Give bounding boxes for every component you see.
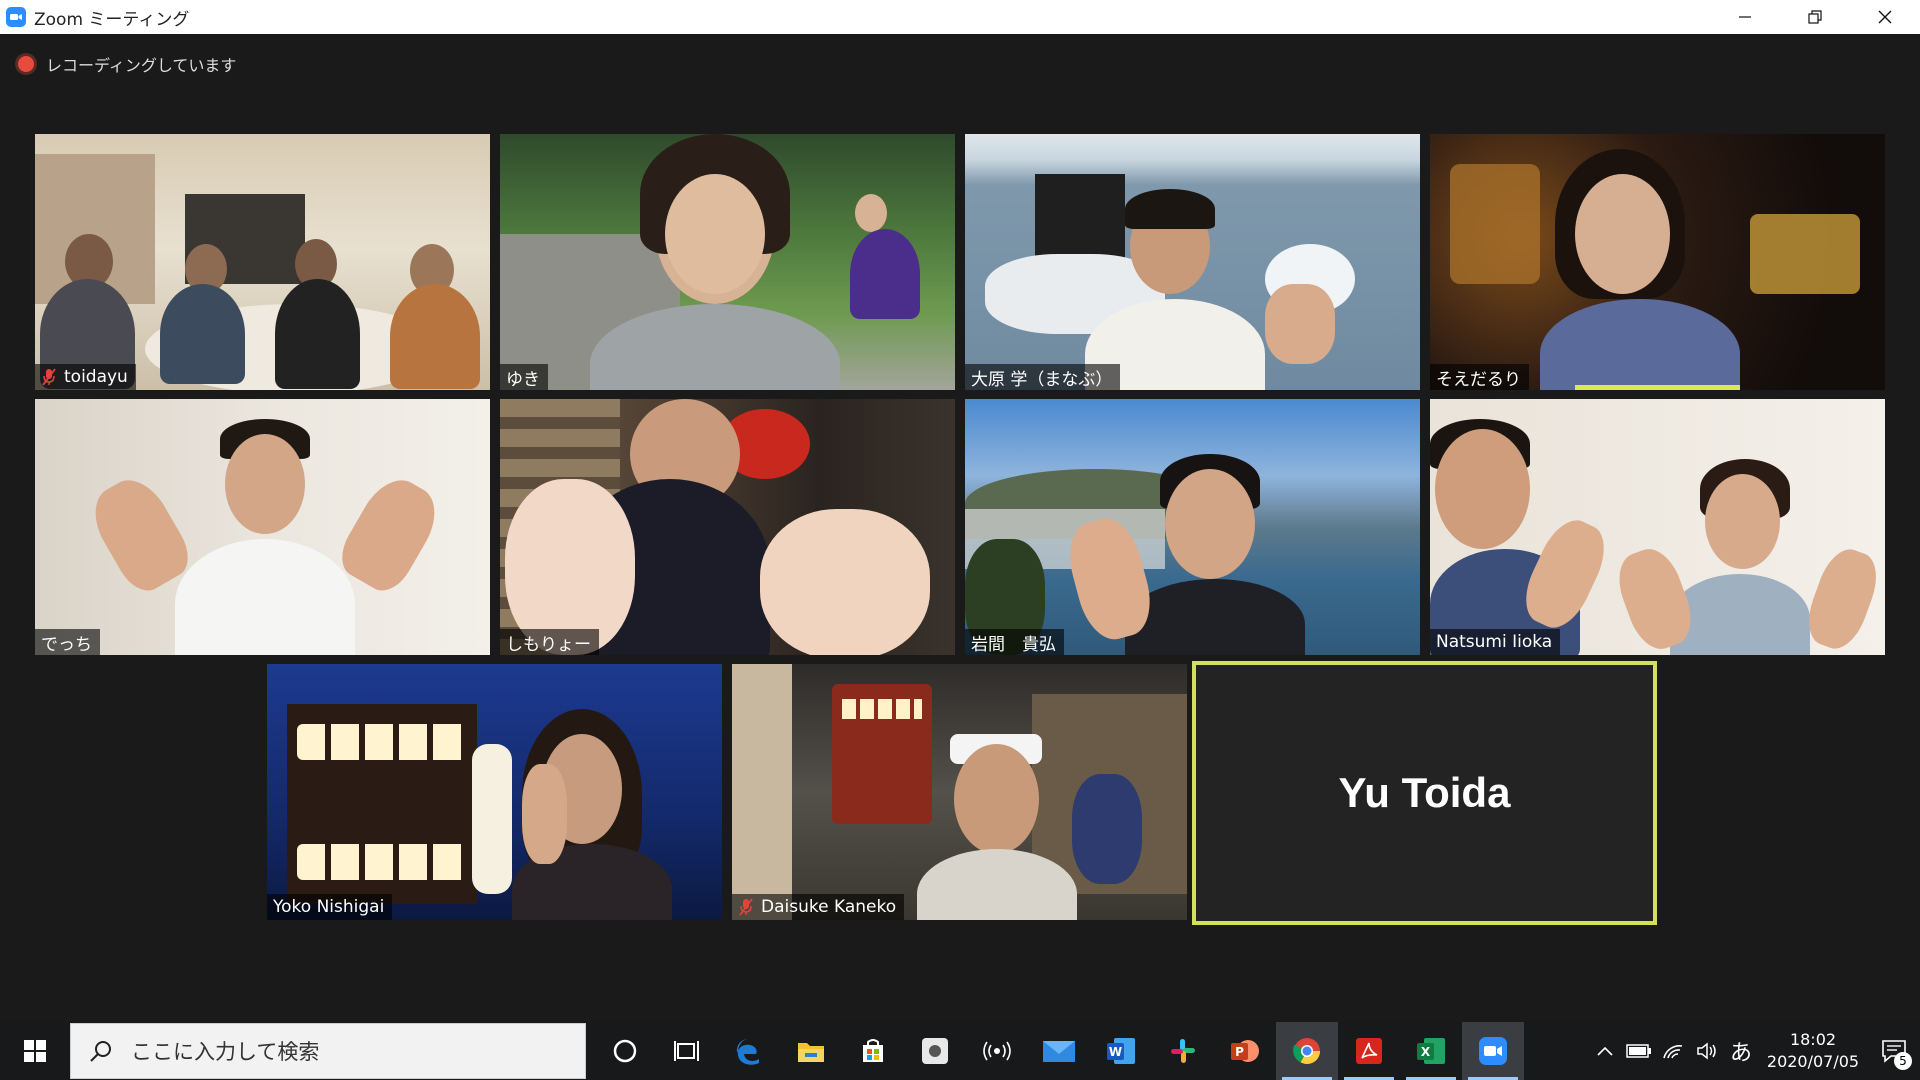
file-explorer-icon[interactable]: [780, 1022, 842, 1080]
wifi-icon[interactable]: [1656, 1022, 1690, 1080]
powerpoint-icon[interactable]: P: [1214, 1022, 1276, 1080]
system-tray: あ 18:02 2020/07/05 5: [1588, 1022, 1920, 1080]
video-tile[interactable]: toidayu: [35, 134, 490, 390]
minimize-button[interactable]: [1710, 0, 1780, 34]
store-icon[interactable]: [842, 1022, 904, 1080]
participant-name-tag: でっち: [35, 629, 100, 655]
zoom-icon[interactable]: [1462, 1022, 1524, 1080]
recording-dot-icon: [18, 56, 34, 72]
participant-name-tag: 岩間 貴弘: [965, 629, 1064, 655]
chevron-up-icon[interactable]: [1588, 1022, 1622, 1080]
video-tile[interactable]: 大原 学（まなぶ）: [965, 134, 1420, 390]
volume-icon[interactable]: [1690, 1022, 1724, 1080]
acrobat-icon[interactable]: [1338, 1022, 1400, 1080]
participant-name-tag: Yoko Nishigai: [267, 894, 393, 920]
search-icon: [90, 1041, 111, 1062]
zoom-app-icon: [6, 7, 26, 27]
clock-time: 18:02: [1789, 1030, 1837, 1049]
start-button[interactable]: [0, 1022, 70, 1080]
svg-text:W: W: [1109, 1045, 1122, 1059]
participant-name-tag: そえだるり: [1430, 364, 1529, 390]
recording-indicator: レコーディングしています: [18, 52, 236, 76]
window-title: Zoom ミーティング: [34, 9, 190, 30]
recording-label: レコーディングしています: [46, 56, 237, 75]
action-center-button[interactable]: 5: [1868, 1022, 1920, 1080]
cortana-icon[interactable]: [594, 1022, 656, 1080]
windows-icon: [24, 1040, 46, 1062]
slack-icon[interactable]: [1152, 1022, 1214, 1080]
close-button[interactable]: [1850, 0, 1920, 34]
app-icon[interactable]: [904, 1022, 966, 1080]
video-tile[interactable]: しもりょー: [500, 399, 955, 655]
video-tile[interactable]: Natsumi Iioka: [1430, 399, 1885, 655]
video-tile[interactable]: 岩間 貴弘: [965, 399, 1420, 655]
participant-name-tag: Natsumi Iioka: [1430, 629, 1561, 655]
video-tile[interactable]: Daisuke Kaneko: [732, 664, 1187, 920]
battery-icon[interactable]: [1622, 1022, 1656, 1080]
participant-name-tag: ゆき: [500, 364, 548, 390]
ime-indicator[interactable]: あ: [1724, 1022, 1758, 1080]
title-bar: Zoom ミーティング: [0, 0, 1920, 34]
video-tile[interactable]: Yoko Nishigai: [267, 664, 722, 920]
participant-name-tag: Daisuke Kaneko: [732, 894, 905, 920]
window-controls: [1710, 0, 1920, 34]
mail-icon[interactable]: [1028, 1022, 1090, 1080]
video-tile[interactable]: そえだるり: [1430, 134, 1885, 390]
podcast-icon[interactable]: [966, 1022, 1028, 1080]
edge-icon[interactable]: [718, 1022, 780, 1080]
restore-button[interactable]: [1780, 0, 1850, 34]
excel-icon[interactable]: X: [1400, 1022, 1462, 1080]
taskbar: ここに入力して検索 W P X あ 18:02 2020/07/05 5: [0, 1022, 1920, 1080]
svg-text:P: P: [1235, 1045, 1244, 1059]
audio-level-bar: [1575, 385, 1740, 390]
video-tile[interactable]: でっち: [35, 399, 490, 655]
participant-name-tag: 大原 学（まなぶ）: [965, 364, 1121, 390]
video-tile[interactable]: ゆき: [500, 134, 955, 390]
meeting-area: レコーディングしています toidayu ゆき 大原 学（まなぶ） そえだるり …: [0, 34, 1920, 1022]
notification-badge: 5: [1894, 1052, 1912, 1070]
participant-name-placeholder: Yu Toida: [1338, 769, 1511, 816]
restore-icon: [1808, 10, 1822, 24]
close-icon: [1878, 10, 1892, 24]
mic-muted-icon: [739, 898, 753, 916]
taskbar-clock[interactable]: 18:02 2020/07/05: [1758, 1029, 1868, 1073]
taskbar-search[interactable]: ここに入力して検索: [70, 1023, 586, 1079]
clock-date: 2020/07/05: [1766, 1052, 1860, 1071]
active-speaker-tile[interactable]: Yu Toida: [1192, 661, 1657, 925]
chrome-icon[interactable]: [1276, 1022, 1338, 1080]
participant-name-tag: toidayu: [35, 364, 136, 390]
svg-text:X: X: [1421, 1045, 1431, 1059]
word-icon[interactable]: W: [1090, 1022, 1152, 1080]
task-view-icon[interactable]: [656, 1022, 718, 1080]
mic-muted-icon: [42, 368, 56, 386]
participant-name-tag: しもりょー: [500, 629, 599, 655]
search-placeholder: ここに入力して検索: [131, 1040, 320, 1064]
minimize-icon: [1739, 16, 1751, 18]
